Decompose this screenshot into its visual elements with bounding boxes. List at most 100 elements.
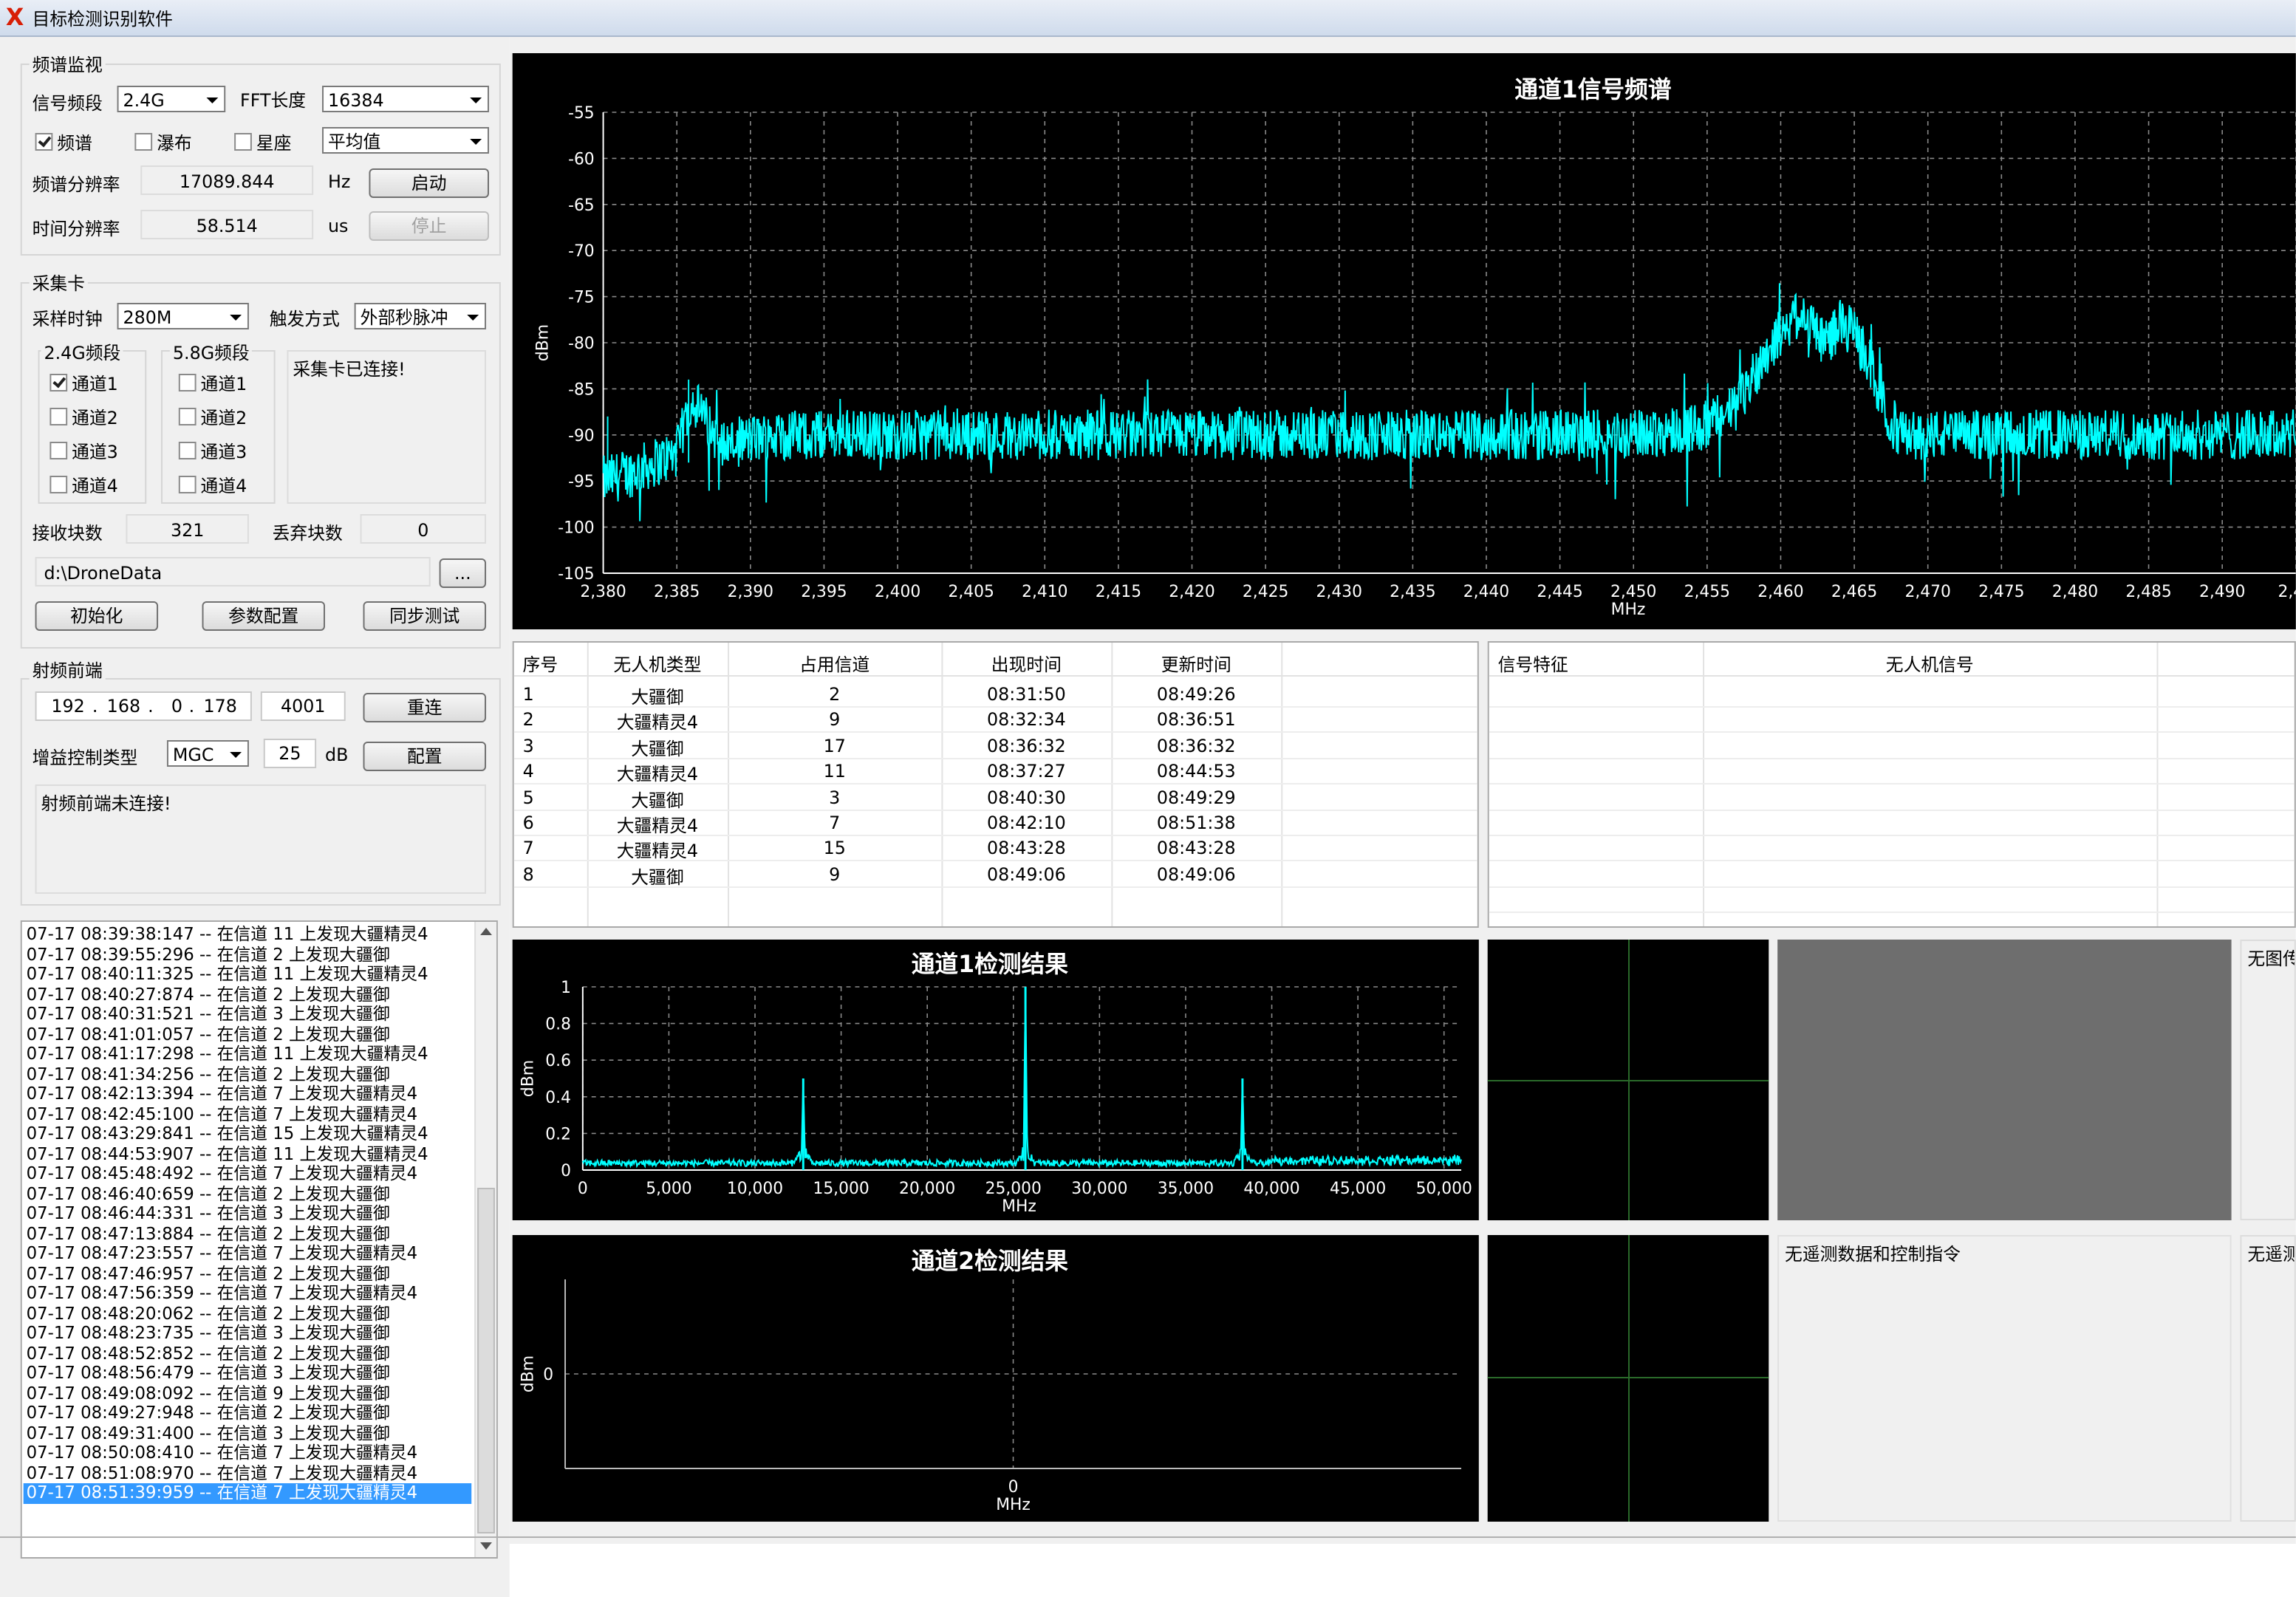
constellation-checkbox[interactable]: 星座 [234,130,291,155]
table-cell[interactable]: 08:43:28 [941,838,1111,859]
log-entry[interactable]: 07-17 08:47:56:359 -- 在信道 7 上发现大疆精灵4 [27,1283,417,1304]
table-cell[interactable]: 大疆御 [587,787,728,812]
init-button[interactable]: 初始化 [35,601,159,631]
table-cell[interactable]: 3 [728,787,941,807]
ip-address-input[interactable]: 192 . 168 . 0 . 178 [35,691,252,721]
table-cell[interactable]: 08:36:32 [941,736,1111,756]
table-cell[interactable]: 08:37:27 [941,761,1111,782]
log-entry[interactable]: 07-17 08:39:38:147 -- 在信道 11 上发现大疆精灵4 [27,924,428,945]
band24-ch1-checkbox[interactable]: 通道1 [49,371,118,396]
fft-select[interactable]: 16384 [322,86,489,112]
start-button[interactable]: 启动 [369,168,489,198]
table-cell[interactable]: 08:49:26 [1111,684,1281,705]
table-cell[interactable]: 1 [523,684,534,705]
log-scroll-thumb[interactable] [477,1188,495,1533]
log-entry[interactable]: 07-17 08:43:29:841 -- 在信道 15 上发现大疆精灵4 [27,1124,428,1144]
table-cell[interactable]: 17 [728,736,941,756]
table-cell[interactable]: 08:49:29 [1111,787,1281,807]
table-cell[interactable]: 08:40:30 [941,787,1111,807]
log-entry[interactable]: 07-17 08:48:20:062 -- 在信道 2 上发现大疆御 [27,1303,390,1324]
table-cell[interactable]: 08:31:50 [941,684,1111,705]
band-select[interactable]: 2.4G [117,86,226,112]
reconnect-button[interactable]: 重连 [363,693,487,722]
log-entry[interactable]: 07-17 08:46:40:659 -- 在信道 2 上发现大疆御 [27,1183,390,1204]
param-config-button[interactable]: 参数配置 [202,601,326,631]
table-cell[interactable]: 大疆御 [587,684,728,709]
band24-ch3-checkbox[interactable]: 通道3 [49,439,118,464]
gain-select[interactable]: MGC [166,740,249,767]
band58-ch4-checkbox[interactable]: 通道4 [178,473,247,498]
log-entry[interactable]: 07-17 08:39:55:296 -- 在信道 2 上发现大疆御 [27,944,390,965]
header-channel[interactable]: 占用信道 [728,652,941,677]
log-entry[interactable]: 07-17 08:45:48:492 -- 在信道 7 上发现大疆精灵4 [27,1163,417,1184]
table-cell[interactable]: 08:32:34 [941,710,1111,731]
band24-ch2-checkbox[interactable]: 通道2 [49,405,118,430]
log-entry[interactable]: 07-17 08:40:27:874 -- 在信道 2 上发现大疆御 [27,984,390,1005]
table-cell[interactable]: 大疆精灵4 [587,710,728,735]
table-cell[interactable]: 08:51:38 [1111,813,1281,833]
gain-db-input[interactable]: 25 [263,739,317,768]
table-cell[interactable]: 2 [523,710,534,731]
table-cell[interactable]: 7 [523,838,534,859]
log-entry[interactable]: 07-17 08:47:23:557 -- 在信道 7 上发现大疆精灵4 [27,1243,417,1264]
log-entry[interactable]: 07-17 08:41:34:256 -- 在信道 2 上发现大疆御 [27,1064,390,1084]
band58-ch2-checkbox[interactable]: 通道2 [178,405,247,430]
stop-button[interactable]: 停止 [369,211,489,241]
detection-log-list[interactable]: 07-17 08:39:38:147 -- 在信道 11 上发现大疆精灵4 07-… [20,920,498,1559]
mode-select[interactable]: 平均值 [322,127,489,154]
log-entry[interactable]: 07-17 08:41:01:057 -- 在信道 2 上发现大疆御 [27,1024,390,1044]
header-drone-signal[interactable]: 无人机信号 [1703,652,2156,677]
table-cell[interactable]: 11 [728,761,941,782]
table-cell[interactable]: 8 [523,864,534,885]
log-entry[interactable]: 07-17 08:48:56:479 -- 在信道 3 上发现大疆御 [27,1363,390,1384]
log-entry[interactable]: 07-17 08:47:46:957 -- 在信道 2 上发现大疆御 [27,1263,390,1284]
band24-ch4-checkbox[interactable]: 通道4 [49,473,118,498]
table-cell[interactable]: 15 [728,838,941,859]
table-cell[interactable]: 4 [523,761,534,782]
trigger-select[interactable]: 外部秒脉冲 [354,303,487,329]
log-entry[interactable]: 07-17 08:49:08:092 -- 在信道 9 上发现大疆御 [27,1383,390,1403]
table-cell[interactable]: 大疆精灵4 [587,813,728,838]
scroll-up-icon[interactable] [480,928,492,935]
table-cell[interactable]: 6 [523,813,534,833]
table-cell[interactable]: 08:36:51 [1111,710,1281,731]
header-signal-feature[interactable]: 信号特征 [1498,652,1568,677]
table-cell[interactable]: 大疆御 [587,736,728,761]
log-entry[interactable]: 07-17 08:47:13:884 -- 在信道 2 上发现大疆御 [27,1223,390,1244]
table-cell[interactable]: 08:36:32 [1111,736,1281,756]
header-drone-type[interactable]: 无人机类型 [587,652,728,677]
log-entry[interactable]: 07-17 08:41:17:298 -- 在信道 11 上发现大疆精灵4 [27,1044,428,1064]
band58-ch1-checkbox[interactable]: 通道1 [178,371,247,396]
log-entry[interactable]: 07-17 08:42:13:394 -- 在信道 7 上发现大疆精灵4 [27,1084,417,1104]
header-appear-time[interactable]: 出现时间 [941,652,1111,677]
log-entry[interactable]: 07-17 08:46:44:331 -- 在信道 3 上发现大疆御 [27,1203,390,1224]
table-cell[interactable]: 08:42:10 [941,813,1111,833]
clock-select[interactable]: 280M [117,303,249,329]
table-cell[interactable]: 08:43:28 [1111,838,1281,859]
log-entry[interactable]: 07-17 08:40:11:325 -- 在信道 11 上发现大疆精灵4 [27,964,428,985]
table-cell[interactable]: 3 [523,736,534,756]
table-cell[interactable]: 08:44:53 [1111,761,1281,782]
table-cell[interactable]: 大疆御 [587,864,728,889]
log-scrollbar[interactable] [474,922,496,1557]
table-cell[interactable]: 2 [728,684,941,705]
log-entry[interactable]: 07-17 08:48:52:852 -- 在信道 2 上发现大疆御 [27,1343,390,1364]
log-entry[interactable]: 07-17 08:51:39:959 -- 在信道 7 上发现大疆精灵4 [23,1483,472,1503]
log-entry[interactable]: 07-17 08:48:23:735 -- 在信道 3 上发现大疆御 [27,1323,390,1344]
header-update-time[interactable]: 更新时间 [1111,652,1281,677]
table-cell[interactable]: 5 [523,787,534,807]
log-entry[interactable]: 07-17 08:49:27:948 -- 在信道 2 上发现大疆御 [27,1403,390,1423]
log-entry[interactable]: 07-17 08:49:31:400 -- 在信道 3 上发现大疆御 [27,1423,390,1443]
log-entry[interactable]: 07-17 08:42:45:100 -- 在信道 7 上发现大疆精灵4 [27,1104,417,1124]
log-entry[interactable]: 07-17 08:51:08:970 -- 在信道 7 上发现大疆精灵4 [27,1463,417,1483]
table-cell[interactable]: 7 [728,813,941,833]
table-cell[interactable]: 大疆精灵4 [587,838,728,864]
header-index[interactable]: 序号 [514,652,567,677]
table-cell[interactable]: 08:49:06 [1111,864,1281,885]
log-entry[interactable]: 07-17 08:40:31:521 -- 在信道 3 上发现大疆御 [27,1004,390,1025]
table-cell[interactable]: 大疆精灵4 [587,761,728,786]
table-cell[interactable]: 9 [728,710,941,731]
browse-button[interactable]: ... [439,558,487,588]
band58-ch3-checkbox[interactable]: 通道3 [178,439,247,464]
log-entry[interactable]: 07-17 08:50:08:410 -- 在信道 7 上发现大疆精灵4 [27,1443,417,1463]
